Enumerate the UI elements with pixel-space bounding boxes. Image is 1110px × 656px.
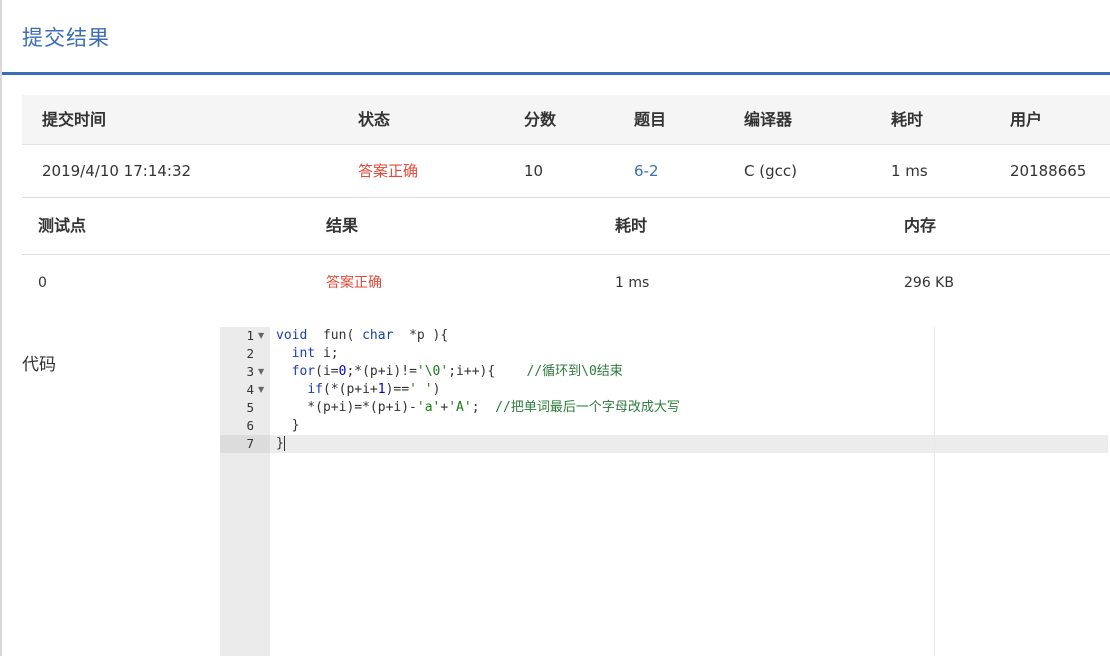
code-editor[interactable]: 1 ▼ 2 3 ▼ 4 ▼ 5 6 7 void fun( char *p ){ int i; f… — [220, 327, 1108, 656]
modal-title: 提交结果 — [22, 26, 110, 50]
line-number: 1 — [246, 328, 254, 343]
code-label: 代码 — [22, 355, 56, 375]
code-line: void fun( char *p ){ — [276, 328, 449, 343]
line-number: 6 — [246, 418, 254, 433]
line-number: 3 — [246, 364, 254, 379]
line-number: 5 — [246, 400, 254, 415]
code-line: int i; — [291, 346, 339, 361]
header-status: 状态 — [358, 110, 391, 129]
header-testcase: 测试点 — [38, 216, 87, 235]
header-submit-time: 提交时间 — [42, 110, 107, 129]
header-score: 分数 — [524, 110, 557, 129]
summary-row: 2019/4/10 17:14:32 答案正确 10 6-2 C (gcc) 1… — [22, 145, 1110, 198]
fold-arrow-icon[interactable]: ▼ — [258, 363, 268, 381]
code-line: } — [276, 436, 285, 451]
fold-arrow-icon[interactable]: ▼ — [258, 381, 268, 399]
testcase-memory: 296 KB — [904, 275, 954, 291]
header-result: 结果 — [326, 216, 359, 235]
testcase-table: 测试点 结果 耗时 内存 0 答案正确 1 ms 296 KB — [22, 198, 1110, 311]
header-compiler: 编译器 — [744, 110, 793, 129]
header-memory: 内存 — [904, 216, 937, 235]
summary-header-row: 提交时间 状态 分数 题目 编译器 耗时 用户 — [22, 95, 1110, 145]
code-line: *(p+i)=*(p+i)-'a'+'A'; //把单词最后一个字母改成大写 — [276, 400, 680, 415]
header-user: 用户 — [1010, 110, 1043, 129]
header-case-time: 耗时 — [615, 216, 648, 235]
problem-link[interactable]: 6-2 — [634, 145, 659, 197]
user-value: 20188665 — [1010, 162, 1087, 180]
summary-table: 提交时间 状态 分数 题目 编译器 耗时 用户 2019/4/10 17:14:… — [22, 95, 1110, 198]
code-line: for(i=0;*(p+i)!='\0';i++){ //循环到\0结束 — [291, 364, 623, 379]
testcase-time: 1 ms — [615, 275, 650, 291]
testcase-row: 0 答案正确 1 ms 296 KB — [22, 255, 1110, 311]
line-number: 7 — [246, 436, 254, 451]
print-margin — [934, 327, 935, 656]
code-line: if(*(p+i+1)==' ') — [307, 382, 441, 397]
testcase-header-row: 测试点 结果 耗时 内存 — [22, 198, 1110, 255]
header-problem: 题目 — [634, 110, 667, 129]
text-cursor — [283, 436, 285, 451]
header-elapsed: 耗时 — [891, 110, 924, 129]
modal-header: 提交结果 — [2, 0, 1110, 75]
line-number: 4 — [246, 382, 254, 397]
testcase-id: 0 — [38, 275, 47, 291]
compiler-value: C (gcc) — [744, 162, 797, 180]
fold-arrow-icon[interactable]: ▼ — [258, 327, 268, 345]
active-line-highlight — [270, 435, 1108, 453]
submit-time: 2019/4/10 17:14:32 — [42, 162, 192, 180]
testcase-result: 答案正确 — [326, 275, 382, 291]
status-accepted: 答案正确 — [358, 162, 419, 180]
score-value: 10 — [524, 162, 544, 180]
elapsed-value: 1 ms — [891, 162, 928, 180]
code-line: } — [276, 418, 300, 433]
line-number: 2 — [246, 346, 254, 361]
